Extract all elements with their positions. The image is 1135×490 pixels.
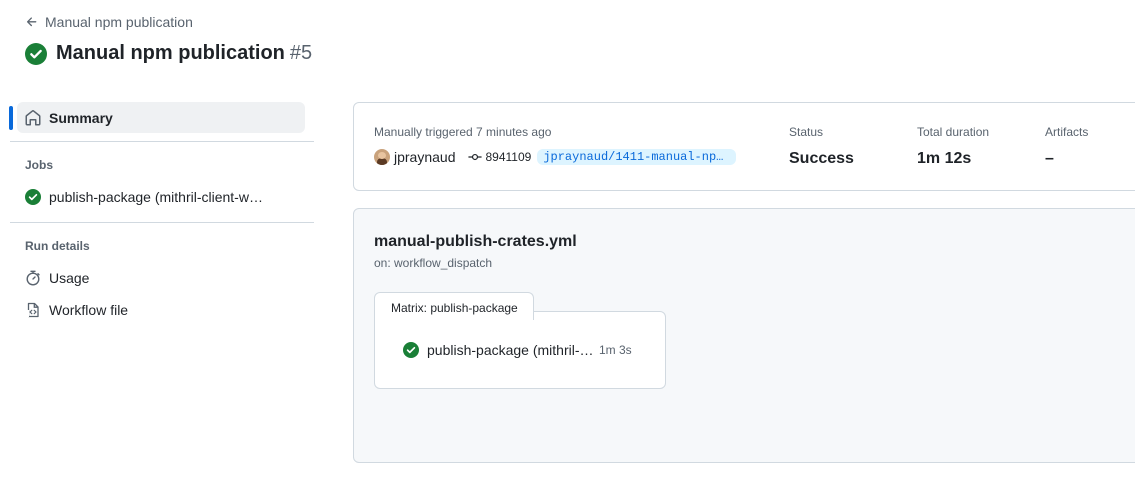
sidebar-item-workflow-file[interactable]: Workflow file [25,302,128,318]
success-check-icon [25,42,47,65]
commit-sha: 8941109 [485,150,532,164]
job-node[interactable]: publish-package (mithril-client-wasm) 1m… [403,342,632,358]
artifacts-value: – [1045,150,1054,167]
sidebar-job-item[interactable]: publish-package (mithril-client-w… [25,189,263,205]
trigger-details: jpraynaud 8941109 jpraynaud/1411-manual-… [374,149,737,165]
active-indicator [9,106,13,130]
artifacts-stat: Artifacts – [1045,125,1088,168]
matrix-label: Matrix: publish-package [374,292,534,320]
success-check-icon [25,189,41,205]
run-number: #5 [289,42,313,64]
sidebar-item-label: Workflow file [49,302,129,318]
artifacts-label: Artifacts [1045,125,1089,139]
home-icon [25,109,41,125]
avatar[interactable] [374,149,390,165]
jobs-heading: Jobs [25,158,54,172]
stopwatch-icon [26,270,40,286]
divider [10,222,314,223]
duration-value: 1m 12s [917,150,972,167]
sidebar-item-usage[interactable]: Usage [25,270,89,286]
sidebar-item-summary[interactable]: Summary [9,102,305,133]
success-check-icon [403,342,419,358]
file-code-icon [25,302,39,318]
back-link-label: Manual npm publication [45,14,193,30]
git-commit-icon [467,153,482,161]
trigger-text: Manually triggered 7 minutes ago [374,125,552,139]
sidebar-item-label: publish-package (mithril-client-w… [49,189,263,205]
workflow-graph: manual-publish-crates.yml on: workflow_d… [353,208,1135,463]
run-details-heading: Run details [25,239,90,253]
status-label: Status [789,125,824,139]
page-title: Manual npm publication [56,42,285,64]
duration-label: Total duration [917,125,990,139]
branch-label[interactable]: jpraynaud/1411-manual-npm-publication [537,149,737,165]
job-duration: 1m 3s [599,343,632,357]
back-link[interactable]: Manual npm publication [25,14,193,30]
workflow-file-name[interactable]: manual-publish-crates.yml [374,233,577,251]
arrow-left-icon [26,17,37,27]
status-value: Success [789,150,854,167]
page-title-row: Manual npm publication #5 [25,42,312,65]
workflow-trigger: on: workflow_dispatch [374,256,493,270]
divider [10,141,314,142]
job-name: publish-package (mithril-client-wasm) [427,342,597,358]
matrix-box: publish-package (mithril-client-wasm) 1m… [374,311,666,389]
status-stat: Status Success [789,125,854,168]
commit-link[interactable]: 8941109 [467,150,532,164]
duration-stat: Total duration 1m 12s [917,125,989,168]
actor-link[interactable]: jpraynaud [394,149,456,165]
run-summary-card: Manually triggered 7 minutes ago jprayna… [353,102,1135,191]
sidebar-item-label: Summary [49,109,113,126]
sidebar-item-label: Usage [49,270,90,286]
